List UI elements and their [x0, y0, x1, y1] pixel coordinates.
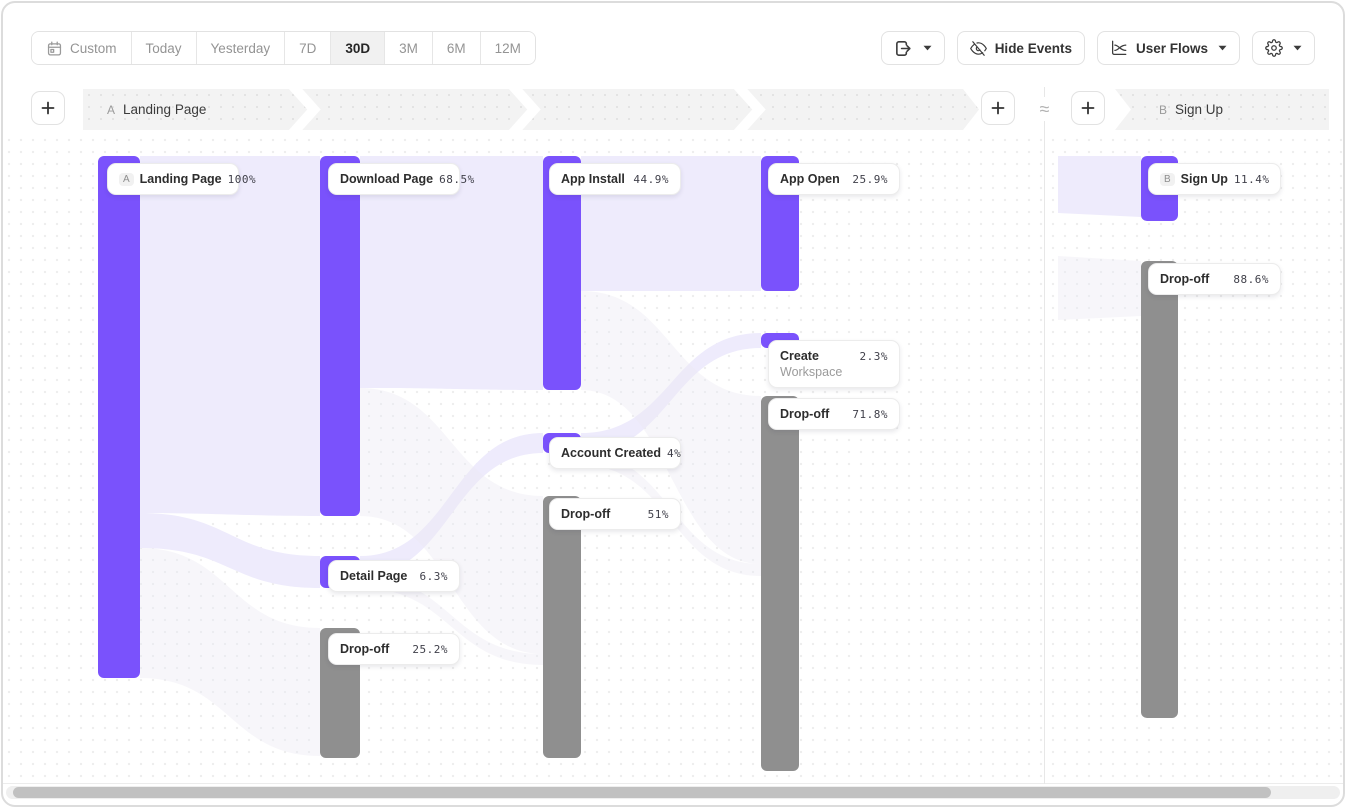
date-range-yesterday[interactable]: Yesterday: [197, 32, 286, 64]
node-card-create-workspace[interactable]: Create 2.3% Workspace: [768, 340, 900, 388]
export-icon: [894, 39, 913, 58]
funnel-a-header-band[interactable]: A Landing Page: [83, 89, 979, 130]
date-range-label: Custom: [70, 41, 117, 56]
funnel-b-header-band[interactable]: B Sign Up: [1115, 89, 1329, 130]
funnel-badge: B: [1160, 173, 1175, 186]
funnel-break-symbol: ≈: [1031, 97, 1057, 121]
sankey-bar-download-page[interactable]: [320, 156, 360, 516]
sankey-bar-dropoff-signup[interactable]: [1141, 261, 1178, 718]
plus-icon: [1081, 101, 1095, 115]
date-range-3m[interactable]: 3M: [385, 32, 433, 64]
node-card-detail-page[interactable]: Detail Page 6.3%: [328, 560, 460, 592]
gear-icon: [1265, 39, 1283, 57]
funnel-b-header: B Sign Up: [1115, 102, 1223, 117]
toolbar-right-group: Hide Events User Flows: [881, 31, 1315, 65]
funnel-a-badge: A: [107, 103, 115, 117]
sankey-canvas: A Landing Page 100% Download Page 68.5% …: [3, 134, 1343, 784]
node-card-download-page[interactable]: Download Page 68.5%: [328, 163, 460, 195]
calendar-icon: [46, 40, 63, 57]
funnel-b-badge: B: [1159, 103, 1167, 117]
date-range-custom[interactable]: Custom: [32, 32, 132, 64]
node-card-dropoff-step4[interactable]: Drop-off 71.8%: [768, 398, 900, 430]
node-card-app-install[interactable]: App Install 44.9%: [549, 163, 681, 195]
plus-icon: [41, 101, 55, 115]
funnel-badge: A: [119, 173, 134, 186]
node-card-app-open[interactable]: App Open 25.9%: [768, 163, 900, 195]
date-range-today[interactable]: Today: [132, 32, 197, 64]
node-card-dropoff-signup[interactable]: Drop-off 88.6%: [1148, 263, 1281, 295]
sankey-bar-dropoff-step4[interactable]: [761, 396, 799, 771]
node-card-dropoff-step2[interactable]: Drop-off 25.2%: [328, 633, 460, 665]
export-button[interactable]: [881, 31, 945, 65]
date-range-30d[interactable]: 30D: [331, 32, 385, 64]
add-step-before-button[interactable]: [31, 91, 65, 125]
add-step-after-a-button[interactable]: [981, 91, 1015, 125]
add-step-before-b-button[interactable]: [1071, 91, 1105, 125]
user-flows-label: User Flows: [1136, 41, 1208, 56]
chevron-down-icon: [1218, 45, 1227, 51]
sankey-bar-landing-page[interactable]: [98, 156, 140, 678]
date-range-12m[interactable]: 12M: [481, 32, 535, 64]
chevron-down-icon: [1293, 45, 1302, 51]
date-range-6m[interactable]: 6M: [433, 32, 481, 64]
settings-button[interactable]: [1252, 31, 1315, 65]
sankey-bar-dropoff-step3[interactable]: [543, 496, 581, 758]
node-card-landing-page[interactable]: A Landing Page 100%: [107, 163, 239, 195]
panel-divider: [1044, 87, 1045, 784]
funnel-a-header: A Landing Page: [83, 102, 206, 117]
plus-icon: [991, 101, 1005, 115]
step-chevron-separators: [83, 89, 979, 130]
chevron-down-icon: [923, 45, 932, 51]
horizontal-scrollbar-track[interactable]: [6, 786, 1340, 799]
horizontal-scrollbar-thumb[interactable]: [13, 787, 1271, 798]
node-card-dropoff-step3[interactable]: Drop-off 51%: [549, 498, 681, 530]
date-range-7d[interactable]: 7D: [285, 32, 331, 64]
eye-off-icon: [970, 40, 987, 57]
toolbar: Custom Today Yesterday 7D 30D 3M 6M 12M: [31, 31, 1315, 65]
user-flows-icon: [1110, 39, 1128, 57]
funnel-b-title: Sign Up: [1175, 102, 1223, 117]
hide-events-label: Hide Events: [995, 41, 1072, 56]
user-flows-button[interactable]: User Flows: [1097, 31, 1240, 65]
hide-events-button[interactable]: Hide Events: [957, 31, 1085, 65]
app-window: Custom Today Yesterday 7D 30D 3M 6M 12M: [1, 1, 1345, 807]
node-card-account-created[interactable]: Account Created 4%: [549, 437, 681, 469]
funnel-a-title: Landing Page: [123, 102, 206, 117]
date-range-selector: Custom Today Yesterday 7D 30D 3M 6M 12M: [31, 31, 536, 65]
node-card-sign-up[interactable]: B Sign Up 11.4%: [1148, 163, 1281, 195]
